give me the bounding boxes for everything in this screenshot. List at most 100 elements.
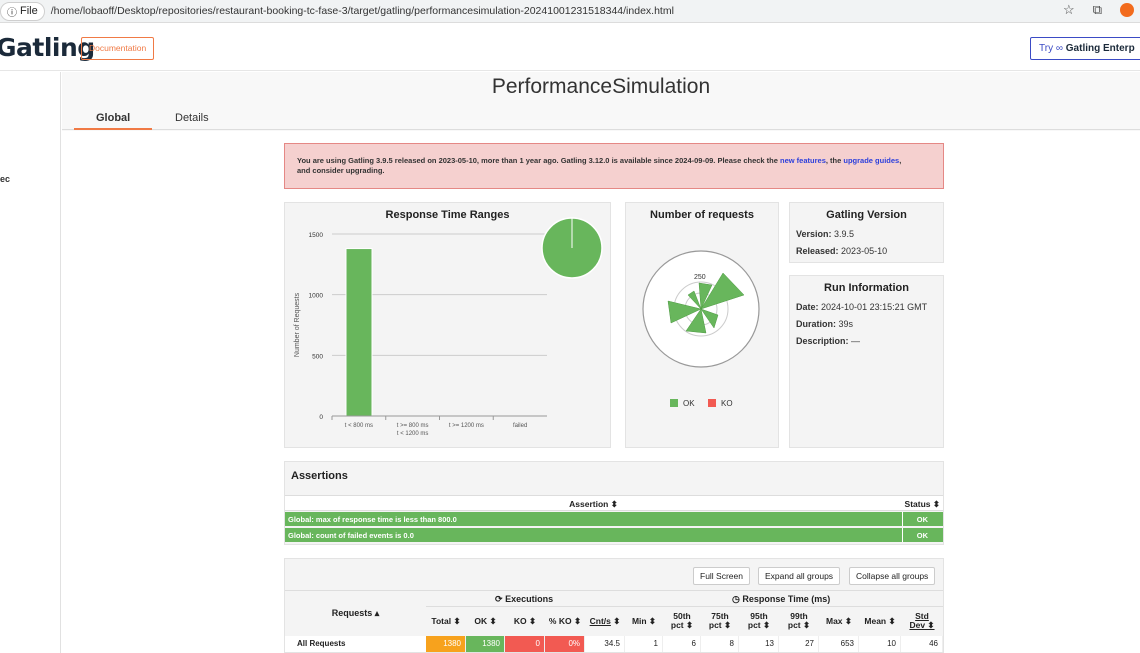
p50-cell: 6: [663, 636, 701, 652]
enterprise-logo-icon: ∞: [1055, 43, 1063, 54]
collapse-all-groups-button[interactable]: Collapse all groups: [849, 567, 936, 585]
pct-label: pct ⬍: [670, 620, 694, 630]
date-value: 2024-10-01 23:15:21 GMT: [821, 302, 928, 312]
clock-icon: ◷: [732, 594, 740, 604]
all-requests-label[interactable]: All Requests: [285, 636, 426, 652]
total-column-header[interactable]: Total ⬍: [426, 617, 466, 626]
ok-column-header[interactable]: OK ⬍: [466, 617, 505, 626]
url-text[interactable]: /home/lobaoff/Desktop/repositories/resta…: [51, 5, 674, 17]
date-label: Date:: [796, 302, 819, 312]
legend-ko-label: KO: [721, 399, 733, 408]
y-tick-label: 1000: [309, 293, 324, 300]
tab-global[interactable]: Global: [96, 112, 130, 124]
bar: [345, 248, 373, 417]
divider: [285, 590, 943, 591]
browser-address-bar: ⓘ File /home/lobaoff/Desktop/repositorie…: [0, 0, 1140, 23]
assertion-text: Global: max of response time is less tha…: [288, 515, 457, 524]
polar-scale-label: 250: [694, 274, 706, 281]
p50-column-header[interactable]: 50th pct ⬍: [663, 612, 701, 630]
response-time-group-header: ◷ Response Time (ms): [732, 594, 830, 605]
tab-details[interactable]: Details: [175, 112, 209, 124]
new-features-link[interactable]: new features: [780, 156, 826, 165]
file-scheme-label: File: [20, 5, 38, 17]
x-tick-label: t >= 800 ms: [397, 423, 429, 429]
y-tick-label: 1500: [309, 232, 324, 239]
p75-column-header[interactable]: 75th pct ⬍: [701, 612, 739, 630]
x-tick-label-line2: t < 1200 ms: [397, 431, 429, 437]
p95-cell: 13: [739, 636, 779, 652]
description-line: Description: —: [796, 336, 860, 346]
mean-column-header[interactable]: Mean ⬍: [859, 617, 901, 626]
min-cell: 1: [625, 636, 663, 652]
legend-ok-swatch: [670, 399, 678, 407]
duration-label: Duration:: [796, 319, 836, 329]
extensions-icon[interactable]: ⧉: [1093, 2, 1102, 18]
gatling-version-panel: Gatling Version Version: 3.9.5 Released:…: [789, 202, 944, 263]
description-value: —: [851, 336, 861, 346]
assertion-column-header[interactable]: Assertion ⬍: [285, 499, 902, 510]
max-cell: 653: [819, 636, 859, 652]
cnts-column-header[interactable]: Cnt/s ⬍: [585, 617, 625, 626]
response-time-ranges-panel: Response Time Ranges 0 500 1000 1500 Number …: [284, 202, 611, 448]
p75-cell: 8: [701, 636, 739, 652]
released-value: 2023-05-10: [841, 246, 888, 256]
y-tick-label: 500: [312, 353, 323, 360]
requests-column-header[interactable]: Requests ▴: [285, 609, 426, 618]
assertions-panel: Assertions Assertion ⬍ Status ⬍ Global: …: [284, 461, 944, 545]
documentation-button[interactable]: Documentation: [81, 37, 155, 60]
bookmark-star-icon[interactable]: ☆: [1063, 2, 1075, 18]
sidebar-item[interactable]: ec: [0, 174, 10, 184]
executions-icon: ⟳: [495, 594, 503, 604]
dev-label: Dev ⬍: [909, 620, 935, 630]
alert-text-2: , the: [825, 156, 844, 165]
p95-column-header[interactable]: 95th pct ⬍: [739, 612, 779, 630]
tab-bar: Global Details: [62, 108, 1140, 130]
run-information-panel: Run Information Date: 2024-10-01 23:15:2…: [789, 275, 944, 448]
pct-label: pct ⬍: [747, 620, 771, 630]
pct-label: pct ⬍: [787, 620, 811, 630]
p99-column-header[interactable]: 99th pct ⬍: [779, 612, 819, 630]
p99-cell: 27: [779, 636, 819, 652]
profile-avatar-icon[interactable]: [1120, 3, 1134, 17]
ko-cell: 0: [505, 636, 545, 652]
ok-cell: 1380: [466, 636, 505, 652]
page-header: Gatling Documentation Try ∞ Gatling Ente…: [0, 24, 1140, 71]
sort-icon: ⬍: [613, 616, 621, 626]
info-icon[interactable]: ⓘ: [7, 4, 17, 19]
ko-column-header[interactable]: KO ⬍: [505, 617, 545, 626]
alert-text-4: and consider upgrading.: [297, 166, 385, 175]
version-value: 3.9.5: [834, 229, 855, 239]
response-time-ranges-chart: 0 500 1000 1500 Number of Requests t < 800 ms…: [294, 217, 603, 437]
page-title: PerformanceSimulation: [491, 75, 711, 98]
full-screen-button[interactable]: Full Screen: [693, 567, 750, 585]
row-separator: [902, 528, 903, 542]
upgrade-guides-link[interactable]: upgrade guides: [843, 156, 899, 165]
legend-ko-swatch: [708, 399, 716, 407]
assertion-status: OK: [916, 515, 928, 524]
expand-all-groups-button[interactable]: Expand all groups: [758, 567, 841, 585]
assertions-title: Assertions: [291, 470, 348, 482]
pct-label: pct ⬍: [708, 620, 732, 630]
assertion-status: OK: [916, 531, 928, 540]
std-dev-column-header[interactable]: Std Dev ⬍: [901, 612, 943, 630]
assertion-row: Global: count of failed events is 0.0 OK: [285, 528, 943, 542]
assertions-header: Assertion ⬍ Status ⬍: [285, 495, 943, 511]
report-content: You are using Gatling 3.9.5 released on …: [62, 131, 1140, 653]
response-time-label: Response Time (ms): [742, 594, 831, 604]
max-column-header[interactable]: Max ⬍: [819, 617, 859, 626]
duration-line: Duration: 39s: [796, 319, 853, 329]
total-cell: 1380: [426, 636, 466, 652]
status-column-header[interactable]: Status ⬍: [905, 499, 940, 510]
alert-text-3: ,: [899, 156, 902, 165]
duration-value: 39s: [838, 319, 854, 329]
y-tick-label: 0: [319, 414, 323, 421]
pko-cell: 0%: [545, 636, 585, 652]
try-gatling-enterprise-button[interactable]: Try ∞ Gatling Enterp: [1030, 37, 1140, 60]
x-tick-label: failed: [513, 423, 527, 429]
pko-column-header[interactable]: % KO ⬍: [545, 617, 585, 626]
file-scheme-chip[interactable]: ⓘ File: [0, 1, 45, 21]
min-column-header[interactable]: Min ⬍: [625, 617, 663, 626]
assertion-text: Global: count of failed events is 0.0: [288, 531, 414, 540]
version-line: Version: 3.9.5: [796, 229, 854, 239]
cnts-cell: 34.5: [585, 636, 625, 652]
